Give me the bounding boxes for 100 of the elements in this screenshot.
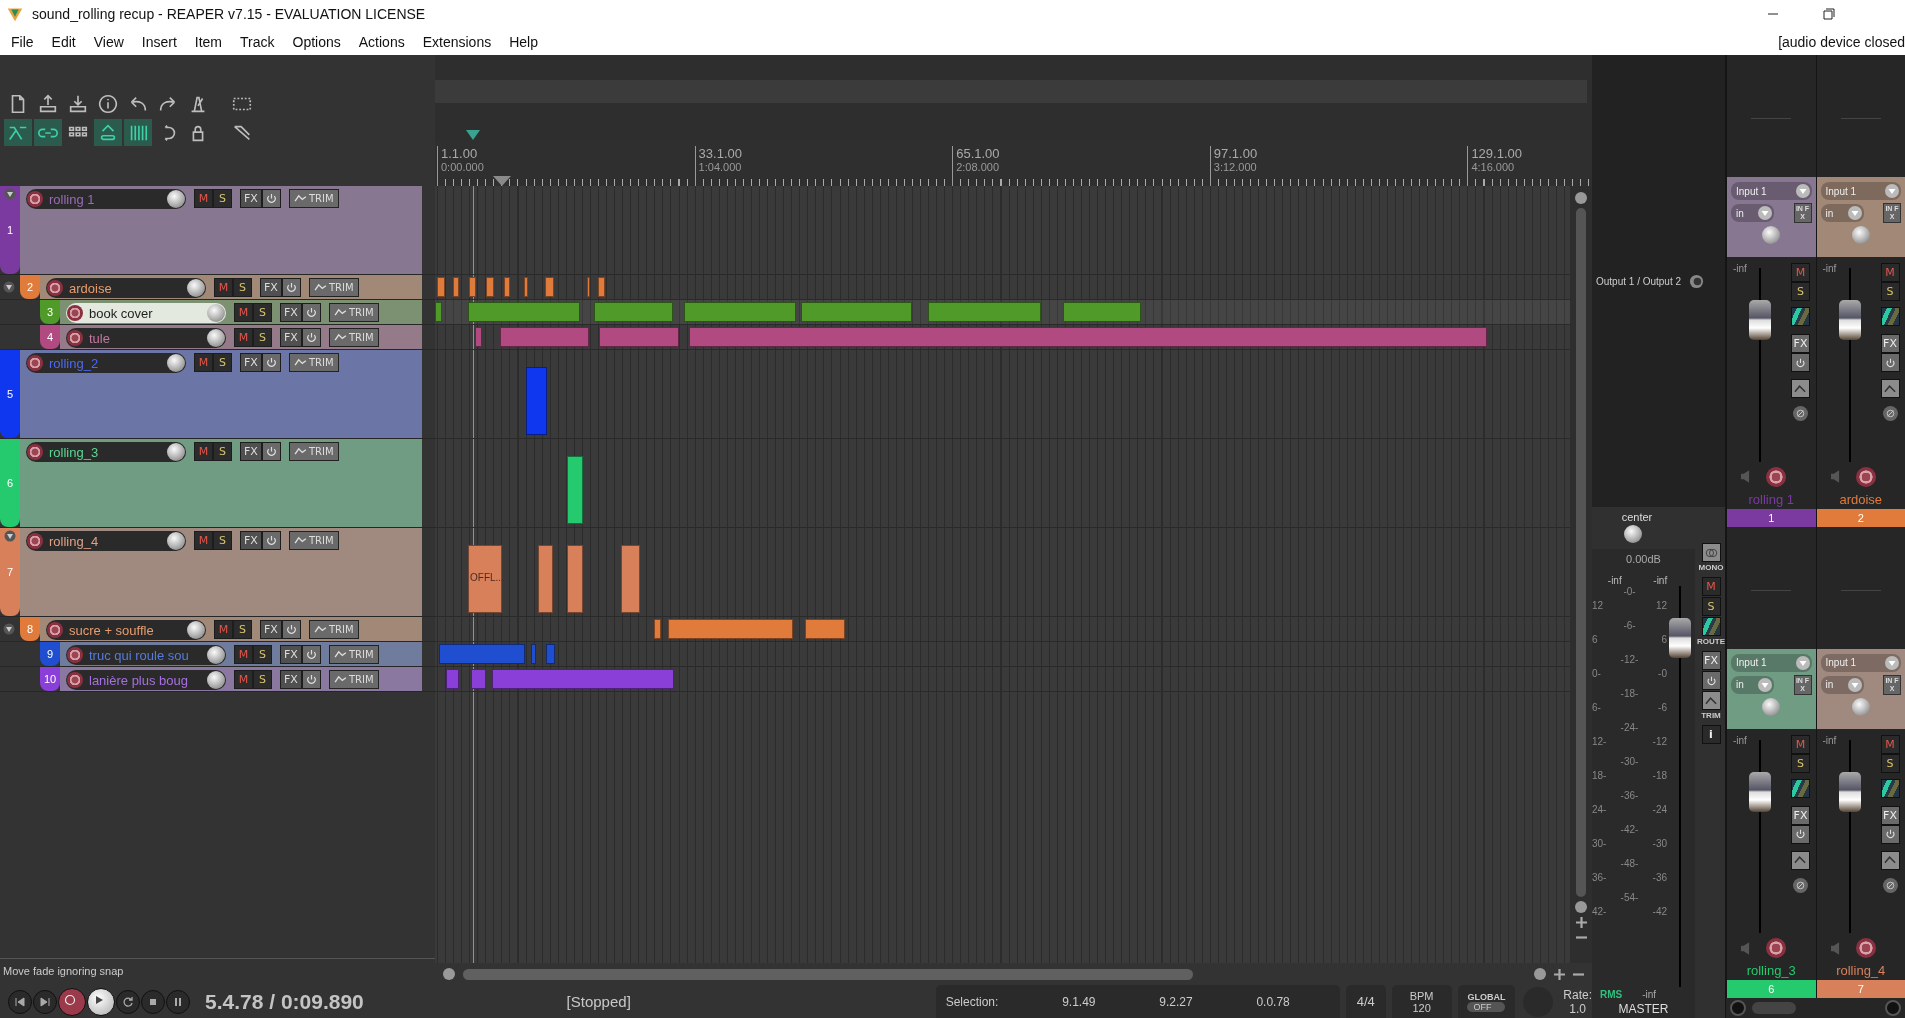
fx-button[interactable]: FX xyxy=(1791,805,1810,825)
trim-button[interactable]: TRIM xyxy=(288,442,339,461)
mute-button[interactable]: M xyxy=(234,670,253,689)
input-dropdown[interactable]: Input 1 xyxy=(1820,182,1901,200)
mute-button[interactable]: M xyxy=(214,620,233,639)
menu-item[interactable]: Item xyxy=(185,33,232,50)
solo-button[interactable]: S xyxy=(213,189,232,208)
track-number-strip[interactable]: 7 xyxy=(0,528,20,616)
strip-number-bar[interactable]: 2 xyxy=(1816,508,1905,527)
mute-button[interactable]: M xyxy=(194,353,213,372)
mute-button[interactable]: M xyxy=(214,278,233,297)
solo-button[interactable]: S xyxy=(233,620,252,639)
mode-dropdown[interactable]: in xyxy=(1820,204,1864,222)
fx-button[interactable]: FX xyxy=(1701,651,1721,670)
input-dropdown[interactable]: Input 1 xyxy=(1731,653,1812,672)
track-name-panel[interactable]: rolling 1 xyxy=(26,189,186,209)
track-panel[interactable]: rolling_3 M S FX TRIM xyxy=(20,439,422,527)
mode-dropdown[interactable]: in xyxy=(1731,204,1774,222)
solo-button[interactable]: S xyxy=(213,353,232,372)
track-number-strip[interactable]: 1 xyxy=(0,186,20,274)
strip-number-bar[interactable]: 1 xyxy=(1727,508,1816,527)
input-dropdown[interactable]: Input 1 xyxy=(1731,182,1812,200)
solo-button[interactable]: S xyxy=(253,645,272,664)
track-name-panel[interactable]: tule xyxy=(66,328,226,348)
track-number-strip[interactable]: 5 xyxy=(0,350,20,438)
fx-button[interactable]: FX xyxy=(280,303,302,322)
solo-button[interactable]: S xyxy=(1791,282,1810,301)
track-number-strip[interactable]: 9 xyxy=(40,642,60,666)
trim-button[interactable]: TRIM xyxy=(308,620,359,639)
solo-button[interactable]: S xyxy=(253,670,272,689)
mute-button[interactable]: M xyxy=(1791,734,1810,754)
trim-button[interactable]: TRIM xyxy=(328,645,379,664)
track-panel[interactable]: lanière plus boug M S FX TRIM xyxy=(60,667,422,691)
fx-button[interactable]: FX xyxy=(240,353,262,372)
mute-button[interactable]: M xyxy=(194,531,213,550)
track-panel[interactable]: sucre + souffle M S FX TRIM xyxy=(40,617,422,641)
mute-button[interactable]: M xyxy=(234,328,253,347)
bpm-panel[interactable]: BPM 120 xyxy=(1391,985,1452,1018)
mode-dropdown[interactable]: in xyxy=(1820,675,1864,694)
track-number-strip[interactable]: 3 xyxy=(40,300,60,324)
track-name-panel[interactable]: rolling_4 xyxy=(26,531,186,551)
track-panel[interactable]: book cover M S FX TRIM xyxy=(60,300,422,324)
track-name-panel[interactable]: rolling_2 xyxy=(26,353,186,373)
mute-button[interactable]: M xyxy=(194,442,213,461)
mute-button[interactable]: M xyxy=(234,303,253,322)
track-name-panel[interactable]: truc qui roule sou xyxy=(66,645,226,665)
track-name-panel[interactable]: lanière plus boug xyxy=(66,670,226,690)
fx-button[interactable]: FX xyxy=(240,189,262,208)
track-panel[interactable]: tule M S FX TRIM xyxy=(60,325,422,349)
track-panel[interactable]: rolling_2 M S FX TRIM xyxy=(20,350,422,438)
solo-button[interactable]: S xyxy=(1701,597,1721,616)
trim-button[interactable]: TRIM xyxy=(328,303,379,322)
menu-item[interactable]: File xyxy=(2,33,43,50)
fx-button[interactable]: FX xyxy=(1880,334,1900,353)
solo-button[interactable]: S xyxy=(253,328,272,347)
track-name-panel[interactable]: book cover xyxy=(66,303,226,323)
solo-button[interactable]: S xyxy=(213,531,232,550)
mute-button[interactable]: M xyxy=(1701,577,1721,596)
info-button[interactable]: i xyxy=(1701,725,1721,744)
track-name-panel[interactable]: ardoise xyxy=(46,278,206,298)
fx-button[interactable]: FX xyxy=(260,620,282,639)
track-panel[interactable]: rolling 1 M S FX TRIM xyxy=(20,186,422,274)
mode-dropdown[interactable]: in xyxy=(1731,675,1774,694)
fx-button[interactable]: FX xyxy=(280,645,302,664)
automation-mode-dropdown[interactable]: OFF xyxy=(1467,1001,1506,1012)
menu-item[interactable]: View xyxy=(84,33,133,50)
menu-item[interactable]: Extensions xyxy=(413,33,501,50)
track-number-strip[interactable]: 10 xyxy=(40,667,60,691)
solo-button[interactable]: S xyxy=(1880,282,1900,301)
trim-button[interactable]: TRIM xyxy=(288,189,339,208)
trim-button[interactable]: TRIM xyxy=(328,328,379,347)
mute-button[interactable]: M xyxy=(1791,263,1810,282)
fx-button[interactable]: FX xyxy=(240,531,262,550)
fx-button[interactable]: FX xyxy=(1880,805,1900,825)
fx-button[interactable]: FX xyxy=(240,442,262,461)
fx-button[interactable]: FX xyxy=(280,670,302,689)
trim-button[interactable]: TRIM xyxy=(308,278,359,297)
trim-button[interactable]: TRIM xyxy=(328,670,379,689)
track-name-panel[interactable]: sucre + souffle xyxy=(46,620,206,640)
fx-button[interactable]: FX xyxy=(260,278,282,297)
track-number-strip[interactable]: 4 xyxy=(40,325,60,349)
menu-item[interactable]: Actions xyxy=(349,33,414,50)
fx-button[interactable]: FX xyxy=(1791,334,1810,353)
time-signature[interactable]: 4/4 xyxy=(1345,985,1386,1018)
menu-item[interactable]: Track xyxy=(231,33,284,50)
mute-button[interactable]: M xyxy=(1880,263,1900,282)
track-panel[interactable]: rolling_4 M S FX TRIM xyxy=(20,528,422,616)
fx-button[interactable]: FX xyxy=(280,328,302,347)
track-panel[interactable]: ardoise M S FX TRIM xyxy=(40,275,422,299)
menu-item[interactable]: Help xyxy=(500,33,547,50)
menu-item[interactable]: Options xyxy=(283,33,350,50)
menu-item[interactable]: Edit xyxy=(42,33,85,50)
mute-button[interactable]: M xyxy=(234,645,253,664)
strip-number-bar[interactable]: 7 xyxy=(1816,980,1905,998)
solo-button[interactable]: S xyxy=(233,278,252,297)
menu-item[interactable]: Insert xyxy=(132,33,186,50)
solo-button[interactable]: S xyxy=(213,442,232,461)
trim-button[interactable]: TRIM xyxy=(288,353,339,372)
input-dropdown[interactable]: Input 1 xyxy=(1820,653,1901,672)
solo-button[interactable]: S xyxy=(1880,753,1900,773)
